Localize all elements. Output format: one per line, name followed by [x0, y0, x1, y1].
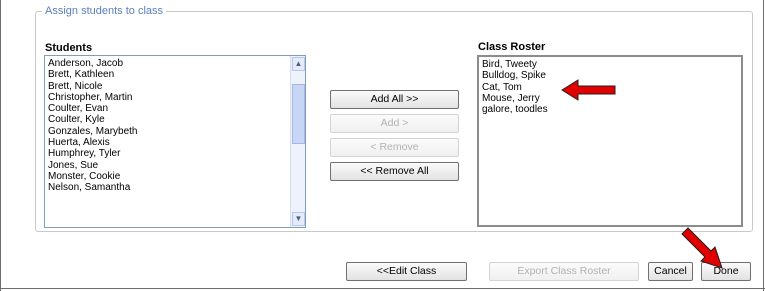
list-item[interactable]: Monster, Cookie — [48, 171, 305, 182]
window-border-right — [763, 0, 764, 291]
class-roster-title: Class Roster — [478, 41, 546, 53]
list-item[interactable]: Coulter, Kyle — [48, 114, 305, 125]
list-item[interactable]: Christopher, Martin — [48, 92, 305, 103]
annotation-arrow-icon — [681, 227, 723, 269]
chevron-down-icon[interactable]: ▼ — [292, 212, 305, 226]
list-item[interactable]: Bird, Tweety — [482, 59, 741, 70]
list-item[interactable]: Anderson, Jacob — [48, 58, 305, 69]
remove-all-button[interactable]: << Remove All — [330, 162, 459, 181]
list-item[interactable]: Gonzales, Marybeth — [48, 126, 305, 137]
annotation-arrow-icon — [561, 79, 616, 101]
window-border-bottom — [0, 288, 765, 289]
edit-class-button[interactable]: <<Edit Class — [346, 262, 467, 281]
students-listbox[interactable]: Anderson, Jacob Brett, Kathleen Brett, Nic… — [44, 55, 306, 228]
students-scrollbar[interactable]: ▲ ▼ — [290, 56, 305, 227]
scrollbar-thumb[interactable] — [292, 84, 305, 144]
students-list: Anderson, Jacob Brett, Kathleen Brett, Nic… — [45, 56, 305, 194]
window-border-left — [0, 0, 1, 291]
list-item[interactable]: Brett, Nicole — [48, 81, 305, 92]
add-button[interactable]: Add > — [330, 114, 459, 133]
list-item[interactable]: Humphrey, Tyler — [48, 148, 305, 159]
list-item[interactable]: Jones, Sue — [48, 160, 305, 171]
students-title: Students — [45, 42, 93, 54]
remove-button[interactable]: < Remove — [330, 138, 459, 157]
list-item[interactable]: galore, toodles — [482, 104, 741, 115]
chevron-up-icon[interactable]: ▲ — [292, 57, 305, 71]
add-all-button[interactable]: Add All >> — [330, 90, 459, 109]
list-item[interactable]: Coulter, Evan — [48, 103, 305, 114]
list-item[interactable]: Brett, Kathleen — [48, 69, 305, 80]
list-item[interactable]: Nelson, Samantha — [48, 182, 305, 193]
list-item[interactable]: Huerta, Alexis — [48, 137, 305, 148]
panel-legend: Assign students to class — [45, 5, 164, 17]
export-class-roster-button[interactable]: Export Class Roster — [489, 262, 639, 281]
